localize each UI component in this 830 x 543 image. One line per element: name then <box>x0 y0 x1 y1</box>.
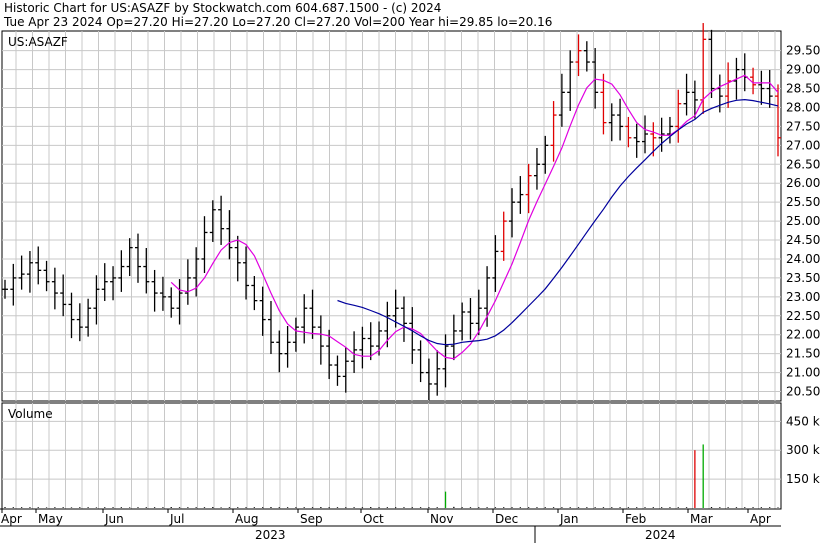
y-tick-label: 23.50 <box>786 271 820 285</box>
y-tick-label: 26.50 <box>786 157 820 171</box>
year-label: 2023 <box>255 528 286 542</box>
x-tick-label: Feb <box>625 512 646 526</box>
y-tick-label: 24.00 <box>786 252 820 266</box>
x-tick-label: Oct <box>363 512 384 526</box>
x-tick-label: May <box>38 512 63 526</box>
price-plot-area <box>1 30 782 402</box>
volume-tick-label: 300 k <box>786 443 820 457</box>
x-tick-label: Apr <box>750 512 771 526</box>
y-tick-label: 21.00 <box>786 366 820 380</box>
y-tick-label: 27.00 <box>786 138 820 152</box>
y-tick-label: 28.00 <box>786 100 820 114</box>
y-tick-label: 28.50 <box>786 82 820 96</box>
x-tick-label: Jun <box>104 512 124 526</box>
y-tick-label: 26.00 <box>786 176 820 190</box>
x-tick-label: Jan <box>559 512 579 526</box>
volume-panel: Volume 150 k 300 k 450 k <box>1 402 820 510</box>
x-tick-label: Dec <box>495 512 518 526</box>
x-tick-label: Jul <box>169 512 184 526</box>
price-panel: 20.50 21.00 21.50 22.00 22.50 23.00 23.50 24.00… <box>1 23 820 402</box>
y-tick-label: 22.50 <box>786 309 820 323</box>
y-tick-label: 24.50 <box>786 233 820 247</box>
y-tick-label: 29.50 <box>786 44 820 58</box>
volume-tick-label: 150 k <box>786 472 820 486</box>
volume-tick-label: 450 k <box>786 414 820 428</box>
x-tick-label: Aug <box>235 512 258 526</box>
x-tick-label: Mar <box>690 512 713 526</box>
year-label: 2024 <box>645 528 676 542</box>
y-tick-label: 23.00 <box>786 290 820 304</box>
y-tick-label: 21.50 <box>786 347 820 361</box>
series-label: US:ASAZF <box>8 35 68 49</box>
y-tick-label: 25.00 <box>786 214 820 228</box>
y-tick-label: 29.00 <box>786 63 820 77</box>
x-tick-label: Nov <box>430 512 453 526</box>
y-tick-label: 25.50 <box>786 195 820 209</box>
y-tick-label: 27.50 <box>786 119 820 133</box>
stock-chart: 20.50 21.00 21.50 22.00 22.50 23.00 23.50 24.00… <box>0 23 820 543</box>
x-tick-label: Apr <box>1 512 22 526</box>
x-tick-label: Sep <box>300 512 323 526</box>
volume-plot-area <box>1 402 782 510</box>
x-axis: Apr May Jun Jul Aug Sep Oct Nov Dec Jan Feb Mar Apr 2… <box>0 508 781 543</box>
y-tick-label: 20.50 <box>786 385 820 399</box>
volume-label: Volume <box>8 407 53 421</box>
y-tick-label: 22.00 <box>786 328 820 342</box>
